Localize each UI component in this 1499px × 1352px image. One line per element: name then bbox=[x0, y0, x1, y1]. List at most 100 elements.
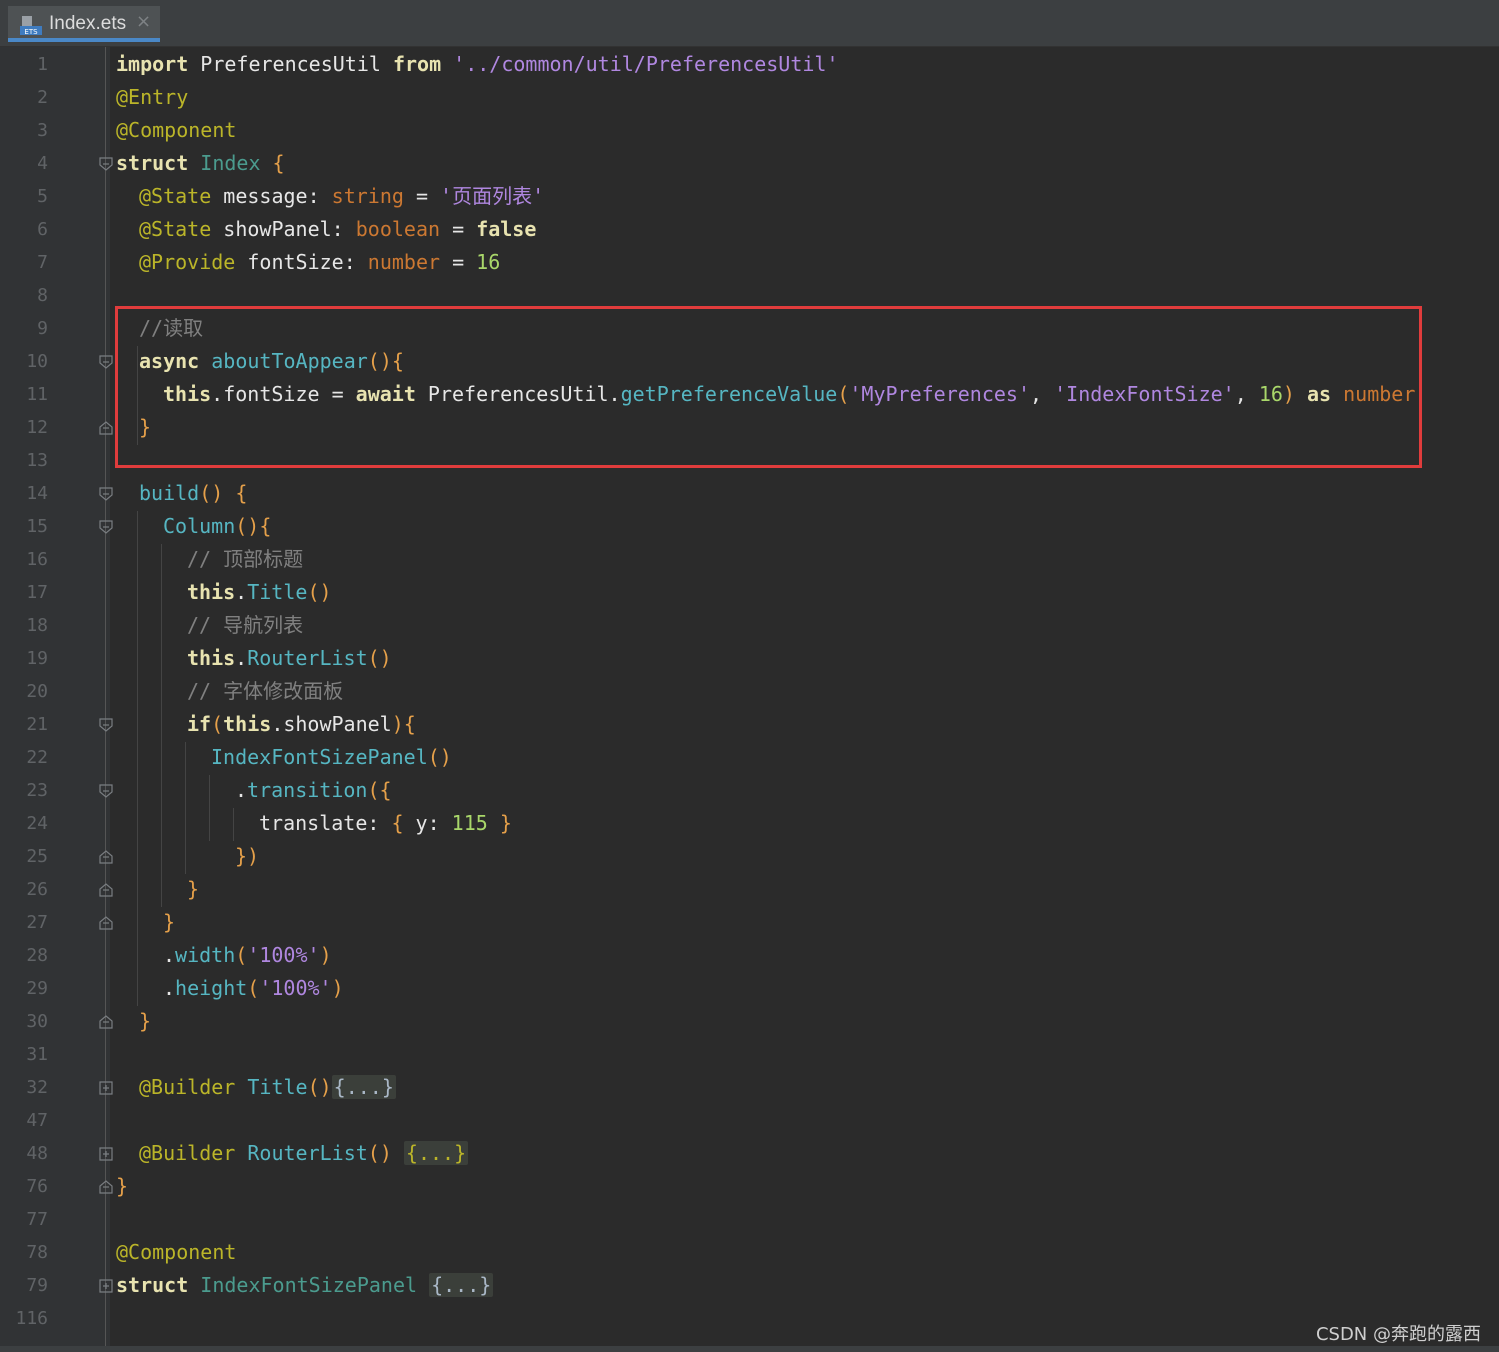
token: width bbox=[175, 943, 236, 967]
code-line-25: }) bbox=[235, 840, 259, 873]
code-line-20: // 字体修改面板 bbox=[187, 675, 343, 708]
token: Column bbox=[163, 514, 236, 538]
line-number: 1 bbox=[37, 54, 48, 75]
code-line-76: } bbox=[116, 1170, 128, 1203]
code-line-7: @Provide fontSize: number = 16 bbox=[139, 246, 500, 279]
bottom-scrollbar[interactable] bbox=[0, 1346, 1499, 1352]
editor-tab-bar: ETS Index.ets × bbox=[0, 0, 1499, 47]
collapse-fold-icon[interactable] bbox=[99, 355, 113, 369]
token: fontSize bbox=[235, 250, 344, 274]
token: ( bbox=[367, 778, 380, 802]
collapse-fold-icon[interactable] bbox=[99, 157, 113, 171]
token: { bbox=[379, 778, 392, 802]
line-number: 12 bbox=[26, 417, 48, 438]
token: : bbox=[331, 217, 356, 241]
code-line-22: IndexFontSizePanel() bbox=[211, 741, 452, 774]
token: y: bbox=[403, 811, 452, 835]
collapse-fold-icon[interactable] bbox=[99, 850, 113, 864]
code-line-79: struct IndexFontSizePanel {...} bbox=[116, 1269, 494, 1302]
token: Title bbox=[247, 580, 308, 604]
collapse-fold-icon[interactable] bbox=[99, 883, 113, 897]
token: ( bbox=[235, 943, 248, 967]
token: IndexFontSizePanel bbox=[188, 1273, 418, 1297]
tab-index-ets[interactable]: ETS Index.ets × bbox=[8, 6, 160, 42]
code-line-14: build() { bbox=[139, 477, 247, 510]
token: @State bbox=[139, 184, 212, 208]
code-line-17: this.Title() bbox=[187, 576, 332, 609]
token: if bbox=[187, 712, 212, 736]
code-line-6: @State showPanel: boolean = false bbox=[139, 213, 536, 246]
code-line-15: Column(){ bbox=[163, 510, 271, 543]
line-number: 18 bbox=[26, 615, 48, 636]
token: = bbox=[403, 184, 441, 208]
token: struct bbox=[116, 151, 189, 175]
token: } bbox=[487, 811, 512, 835]
line-number: 79 bbox=[26, 1275, 48, 1296]
collapse-fold-icon[interactable] bbox=[99, 718, 113, 732]
expand-fold-icon[interactable] bbox=[99, 1081, 113, 1095]
line-number: 20 bbox=[26, 681, 48, 702]
code-line-27: } bbox=[163, 906, 175, 939]
line-number: 11 bbox=[26, 384, 48, 405]
token: @Component bbox=[116, 1240, 237, 1264]
ets-icon-text: ETS bbox=[24, 28, 38, 36]
token: false bbox=[476, 217, 537, 241]
close-icon[interactable]: × bbox=[136, 11, 151, 32]
token: = bbox=[440, 217, 477, 241]
collapse-fold-icon[interactable] bbox=[99, 784, 113, 798]
token: ) bbox=[247, 844, 260, 868]
token: @Provide bbox=[139, 250, 236, 274]
token: @Component bbox=[116, 118, 237, 142]
token: ( bbox=[247, 976, 260, 1000]
token: : bbox=[343, 250, 368, 274]
code-line-24: translate: { y: 115 } bbox=[259, 807, 512, 840]
token: } bbox=[116, 1174, 129, 1198]
line-number: 28 bbox=[26, 945, 48, 966]
token: 115 bbox=[451, 811, 488, 835]
code-line-16: // 顶部标题 bbox=[187, 543, 303, 576]
line-number: 2 bbox=[37, 87, 48, 108]
token: () bbox=[199, 481, 224, 505]
highlight-box bbox=[115, 306, 1422, 468]
line-number: 17 bbox=[26, 582, 48, 603]
folded-region[interactable]: {...} bbox=[429, 1273, 494, 1297]
token: . bbox=[163, 943, 176, 967]
token: '100%' bbox=[259, 976, 332, 1000]
expand-fold-icon[interactable] bbox=[99, 1147, 113, 1161]
token: } bbox=[139, 1009, 152, 1033]
code-line-30: } bbox=[139, 1005, 151, 1038]
token: () bbox=[235, 514, 260, 538]
token: number bbox=[367, 250, 441, 274]
collapse-fold-icon[interactable] bbox=[99, 421, 113, 435]
collapse-fold-icon[interactable] bbox=[99, 520, 113, 534]
line-number: 30 bbox=[26, 1011, 48, 1032]
token: // 顶部标题 bbox=[187, 547, 304, 571]
token: showPanel bbox=[211, 217, 332, 241]
code-line-78: @Component bbox=[116, 1236, 236, 1269]
code-line-19: this.RouterList() bbox=[187, 642, 392, 675]
line-number: 48 bbox=[26, 1143, 48, 1164]
collapse-fold-icon[interactable] bbox=[99, 1015, 113, 1029]
line-number: 26 bbox=[26, 879, 48, 900]
token: '页面列表' bbox=[440, 184, 545, 208]
collapse-fold-icon[interactable] bbox=[99, 487, 113, 501]
token: transition bbox=[247, 778, 368, 802]
watermark: CSDN @奔跑的露西 bbox=[1315, 1324, 1481, 1345]
token: . bbox=[235, 646, 248, 670]
token: { bbox=[259, 514, 272, 538]
indent-guide bbox=[161, 544, 162, 907]
token: this bbox=[187, 646, 236, 670]
collapse-fold-icon[interactable] bbox=[99, 916, 113, 930]
code-line-2: @Entry bbox=[116, 81, 188, 114]
folded-region[interactable]: {...} bbox=[331, 1075, 396, 1099]
token: // 导航列表 bbox=[187, 613, 304, 637]
token: { bbox=[403, 712, 416, 736]
token: () bbox=[367, 646, 392, 670]
line-number: 21 bbox=[26, 714, 48, 735]
token: struct bbox=[116, 1273, 189, 1297]
expand-fold-icon[interactable] bbox=[99, 1279, 113, 1293]
folded-region[interactable]: {...} bbox=[403, 1141, 469, 1165]
collapse-fold-icon[interactable] bbox=[99, 1180, 113, 1194]
ets-file-icon: ETS bbox=[20, 16, 42, 36]
